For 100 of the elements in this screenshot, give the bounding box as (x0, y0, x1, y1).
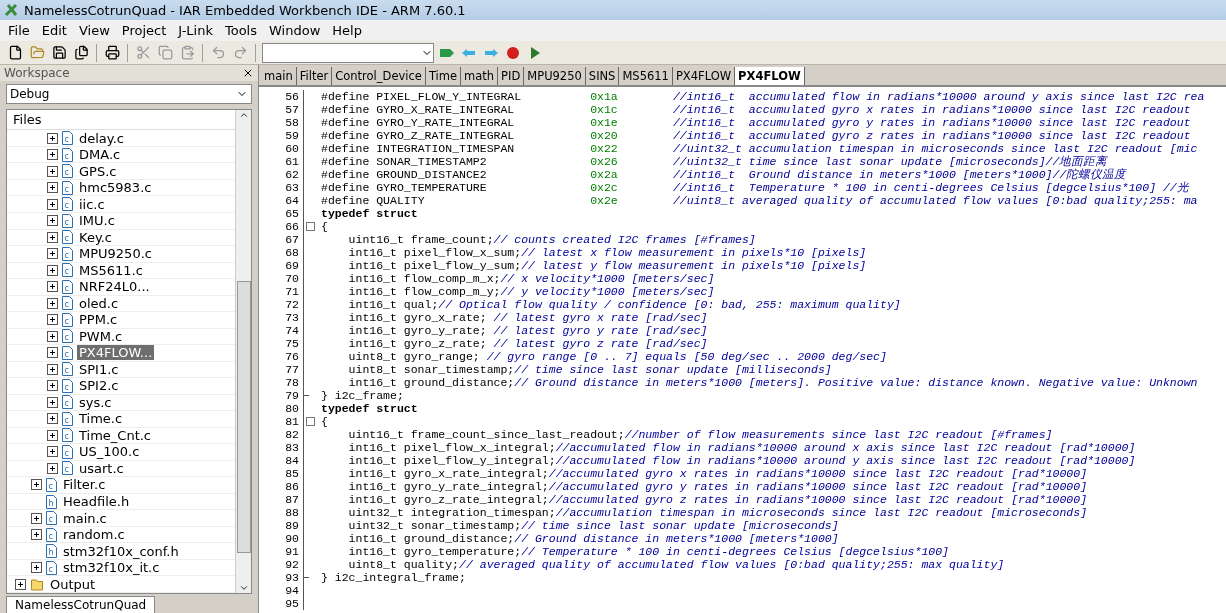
menu-item[interactable]: Help (326, 23, 368, 38)
tree-item[interactable]: c Time_Cnt.c (7, 427, 235, 445)
menu-item[interactable]: J-Link (172, 23, 219, 38)
tree-item[interactable]: Output (7, 576, 235, 593)
expand-icon[interactable] (31, 529, 42, 541)
expand-icon[interactable] (47, 347, 58, 359)
expand-icon[interactable] (47, 396, 58, 408)
scroll-up-icon[interactable] (238, 110, 249, 120)
expand-icon[interactable] (47, 314, 58, 326)
tree-item[interactable]: c sys.c (7, 394, 235, 412)
expand-icon[interactable] (47, 165, 58, 177)
file-tab[interactable]: math (461, 67, 499, 85)
expand-icon[interactable] (47, 264, 58, 276)
save-all-icon[interactable] (72, 43, 90, 62)
expand-icon[interactable] (47, 380, 58, 392)
file-name[interactable]: Output (48, 576, 98, 592)
file-name[interactable]: DMA.c (77, 147, 123, 163)
file-name[interactable]: oled.c (77, 295, 121, 311)
config-dropdown[interactable]: Debug (6, 84, 252, 104)
file-tab[interactable]: PID (498, 67, 525, 85)
workspace-tab[interactable]: NamelessCotrunQuad (6, 596, 156, 613)
expand-icon[interactable] (47, 149, 58, 161)
tree-item[interactable]: c main.c (7, 510, 235, 527)
menu-item[interactable]: File (2, 23, 36, 38)
expand-icon[interactable] (47, 281, 58, 293)
expand-icon[interactable] (47, 132, 58, 144)
expand-icon[interactable] (47, 297, 58, 309)
file-name[interactable]: stm32f10x_it.c (61, 560, 162, 576)
file-name[interactable]: PX4FLOW... (77, 345, 155, 361)
file-name[interactable]: PWM.c (77, 328, 125, 344)
file-name[interactable]: SPI1.c (77, 361, 121, 377)
expand-icon[interactable] (47, 363, 58, 375)
tree-item[interactable]: c SPI1.c (7, 361, 235, 379)
tree-item[interactable]: c delay.c (7, 130, 235, 147)
menu-item[interactable]: View (72, 23, 116, 38)
tree-item[interactable]: c IMU.c (7, 213, 235, 230)
tree-item[interactable]: c iic.c (7, 196, 235, 213)
file-name[interactable]: main.c (61, 510, 109, 526)
file-name[interactable]: NRF24L0... (77, 279, 152, 295)
tree-item[interactable]: c Time.c (7, 411, 235, 428)
tree-item[interactable]: c US_100.c (7, 444, 235, 461)
expand-icon[interactable] (47, 413, 58, 425)
tree-item[interactable]: h stm32f10x_conf.h (7, 543, 235, 560)
file-name[interactable]: Key.c (77, 229, 114, 245)
file-tab[interactable]: Control_Device (332, 67, 426, 85)
expand-icon[interactable] (47, 182, 58, 194)
scrollbar[interactable] (235, 110, 251, 593)
expand-icon[interactable] (47, 215, 58, 227)
file-tab[interactable]: MS5611 (619, 67, 673, 85)
expand-icon[interactable] (47, 462, 58, 474)
file-name[interactable]: iic.c (77, 196, 107, 212)
file-name[interactable]: random.c (61, 527, 127, 543)
scroll-down-icon[interactable] (238, 583, 249, 593)
file-name[interactable]: US_100.c (77, 444, 142, 460)
expand-icon[interactable] (47, 231, 58, 243)
file-name[interactable]: Headfile.h (61, 494, 132, 509)
combo-box[interactable] (262, 42, 434, 63)
fold-icon[interactable] (306, 222, 315, 231)
tree-item[interactable]: c usart.c (7, 460, 235, 478)
expand-icon[interactable] (47, 446, 58, 458)
file-name[interactable]: delay.c (77, 130, 126, 146)
file-name[interactable]: Time_Cnt.c (77, 427, 153, 443)
expand-icon[interactable] (31, 479, 42, 491)
file-name[interactable]: SPI2.c (77, 378, 121, 394)
save-icon[interactable] (50, 43, 68, 62)
tree-item[interactable]: c PX4FLOW... (7, 345, 235, 362)
file-name[interactable]: stm32f10x_conf.h (61, 543, 181, 559)
close-icon[interactable] (242, 67, 254, 79)
tree-item[interactable]: c DMA.c (7, 146, 235, 164)
expand-icon[interactable] (47, 429, 58, 441)
expand-icon[interactable] (31, 512, 42, 524)
expand-icon[interactable] (47, 330, 58, 342)
tree-item[interactable]: h Headfile.h (7, 493, 235, 511)
tree-item[interactable]: c PPM.c (7, 312, 235, 329)
expand-icon[interactable] (31, 562, 42, 574)
file-name[interactable]: MPU9250.c (77, 246, 154, 262)
file-tab[interactable]: main (261, 67, 297, 85)
tree-item[interactable]: c hmc5983.c (7, 179, 235, 197)
code-editor[interactable] (259, 87, 1226, 613)
file-name[interactable]: usart.c (77, 460, 126, 476)
file-name[interactable]: sys.c (77, 394, 114, 410)
expand-icon[interactable] (15, 578, 26, 590)
file-name[interactable]: GPS.c (77, 163, 119, 179)
print-icon[interactable] (103, 43, 121, 62)
menu-item[interactable]: Window (263, 23, 327, 38)
file-name[interactable]: Time.c (77, 411, 125, 427)
file-name[interactable]: MS5611.c (77, 262, 145, 278)
file-name[interactable]: Filter.c (61, 477, 108, 493)
file-tab[interactable]: SINS (585, 67, 620, 85)
tree-item[interactable]: c Filter.c (7, 477, 235, 494)
file-name[interactable]: IMU.c (77, 213, 117, 229)
file-name[interactable]: PPM.c (77, 312, 120, 328)
file-tab[interactable]: PX4FLOW (735, 67, 805, 85)
menu-item[interactable]: Project (115, 23, 173, 38)
tree-item[interactable]: c GPS.c (7, 163, 235, 180)
tree-item[interactable]: c stm32f10x_it.c (7, 559, 235, 577)
tree-item[interactable]: c MS5611.c (7, 262, 235, 280)
fold-icon[interactable] (306, 417, 315, 426)
tree-item[interactable]: c NRF24L0... (7, 279, 235, 296)
file-tab[interactable]: Filter (296, 67, 333, 85)
